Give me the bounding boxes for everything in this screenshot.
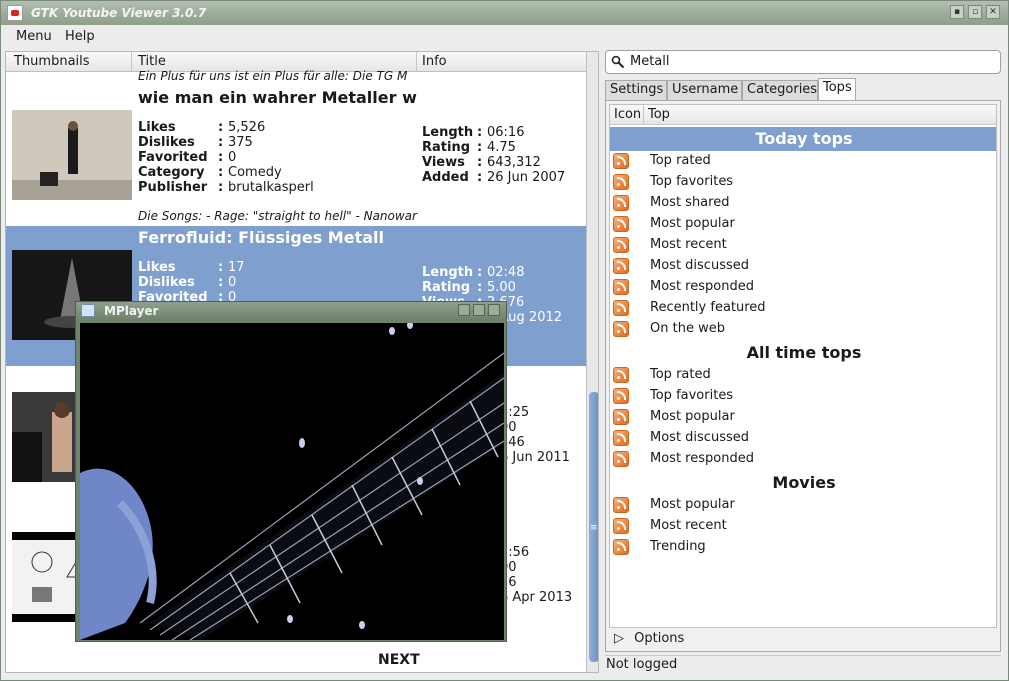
search-input[interactable]: Metall (605, 50, 1001, 74)
search-value: Metall (630, 54, 670, 69)
next-page-label[interactable]: NEXT (378, 652, 420, 668)
tops-item[interactable]: Most responded (610, 277, 996, 298)
tops-item[interactable]: Most shared (610, 193, 996, 214)
tops-item[interactable]: Trending (610, 537, 996, 558)
tops-item[interactable]: Most popular (610, 407, 996, 428)
rss-icon (613, 539, 629, 555)
rss-icon (613, 409, 629, 425)
menu-bar: Menu Help (1, 25, 1008, 49)
rss-icon (613, 518, 629, 534)
rss-icon (613, 258, 629, 274)
menu-menu[interactable]: Menu (16, 29, 52, 44)
title-bar[interactable]: GTK Youtube Viewer 3.0.7 ▪ ▫ ✕ (1, 1, 1008, 25)
tops-item[interactable]: Most recent (610, 235, 996, 256)
rss-icon (613, 451, 629, 467)
rss-icon (613, 367, 629, 383)
video-thumbnail (12, 110, 132, 200)
close-button[interactable]: ✕ (986, 5, 1000, 19)
video-description: Die Songs: - Rage: "straight to hell" - … (138, 209, 417, 223)
video-title: Ferrofluid: Flüssiges Metall (138, 228, 384, 247)
col-icon[interactable]: Icon (614, 107, 641, 122)
grip-icon: ≡ (590, 523, 598, 533)
search-icon (611, 55, 625, 69)
tab-username[interactable]: Username (667, 80, 742, 100)
tops-header: Icon Top (610, 105, 996, 125)
status-text: Not logged (606, 657, 678, 672)
tops-item[interactable]: Top favorites (610, 386, 996, 407)
col-thumbnails[interactable]: Thumbnails (14, 54, 90, 69)
tab-categories[interactable]: Categories (742, 80, 818, 100)
expander-arrow-icon: ▷ (614, 631, 624, 646)
status-bar: Not logged (605, 655, 1001, 673)
maximize-button[interactable]: ▫ (968, 5, 982, 19)
tops-item[interactable]: Top rated (610, 151, 996, 172)
rss-icon (613, 237, 629, 253)
tops-item[interactable]: Most discussed (610, 256, 996, 277)
tops-item[interactable]: Recently featured (610, 298, 996, 319)
group-today-tops[interactable]: Today tops (610, 127, 996, 151)
rss-icon (613, 430, 629, 446)
mplayer-icon (81, 304, 95, 317)
col-top[interactable]: Top (648, 107, 670, 122)
group-all-time-tops[interactable]: All time tops (610, 341, 996, 365)
rss-icon (613, 300, 629, 316)
video-title: wie man ein wahrer Metaller wird (138, 88, 418, 107)
col-info[interactable]: Info (422, 54, 447, 69)
rss-icon (613, 279, 629, 295)
rss-icon (613, 388, 629, 404)
menu-help[interactable]: Help (65, 29, 95, 44)
tops-panel: Icon Top Today tops Top rated Top favori… (605, 100, 1001, 652)
tops-item[interactable]: Top rated (610, 365, 996, 386)
tab-tops[interactable]: Tops (818, 78, 856, 100)
options-label: Options (634, 631, 685, 646)
youtube-app-icon (7, 5, 23, 21)
rss-icon (613, 216, 629, 232)
tops-list[interactable]: Icon Top Today tops Top rated Top favori… (609, 104, 997, 628)
prev-description: Ein Plus für uns ist ein Plus für alle: … (138, 69, 408, 83)
main-window: GTK Youtube Viewer 3.0.7 ▪ ▫ ✕ Menu Help… (0, 0, 1009, 681)
mplayer-maximize-button[interactable] (473, 304, 485, 316)
group-movies[interactable]: Movies (610, 471, 996, 495)
rss-icon (613, 497, 629, 513)
col-title[interactable]: Title (138, 54, 166, 69)
results-scrollbar[interactable]: ≡ (586, 52, 598, 672)
result-row[interactable]: wie man ein wahrer Metaller wird Likes:5… (6, 86, 586, 226)
mplayer-close-button[interactable] (488, 304, 500, 316)
tops-item[interactable]: On the web (610, 319, 996, 340)
minimize-button[interactable]: ▪ (950, 5, 964, 19)
tops-item[interactable]: Most popular (610, 214, 996, 235)
tab-settings[interactable]: Settings (605, 80, 667, 100)
mplayer-title: MPlayer (104, 304, 159, 318)
options-expander[interactable]: ▷ Options (614, 631, 684, 646)
rss-icon (613, 195, 629, 211)
rss-icon (613, 174, 629, 190)
rss-icon (613, 321, 629, 337)
tops-item[interactable]: Most popular (610, 495, 996, 516)
tops-item[interactable]: Most discussed (610, 428, 996, 449)
tops-item[interactable]: Top favorites (610, 172, 996, 193)
tops-item[interactable]: Most recent (610, 516, 996, 537)
mplayer-window[interactable]: MPlayer (75, 301, 507, 642)
mplayer-titlebar[interactable]: MPlayer (76, 302, 506, 320)
rss-icon (613, 153, 629, 169)
mplayer-minimize-button[interactable] (458, 304, 470, 316)
window-title: GTK Youtube Viewer 3.0.7 (31, 6, 207, 20)
tops-item[interactable]: Most responded (610, 449, 996, 470)
video-frame[interactable] (80, 323, 504, 640)
